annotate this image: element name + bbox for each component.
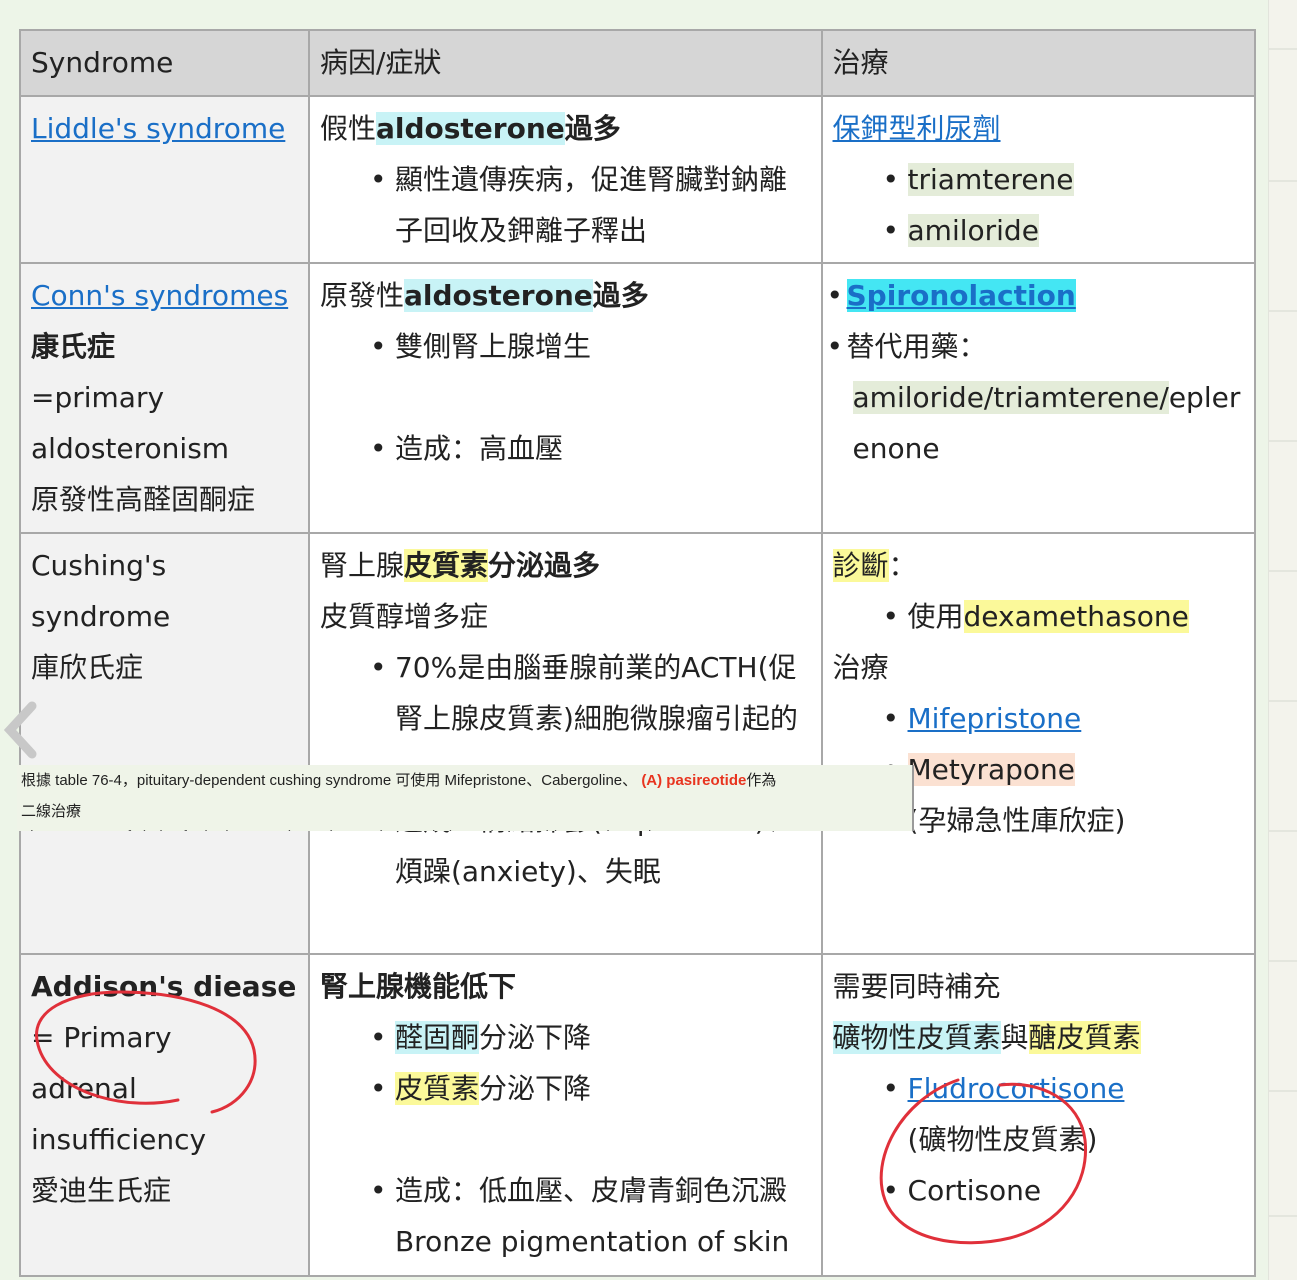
diagnosis-prefix: 使用 — [907, 600, 964, 633]
list-item: amiloride — [907, 214, 1039, 247]
cushing-name: Cushing's syndrome — [31, 549, 171, 633]
header-cause: 病因/症狀 — [307, 29, 823, 97]
header-syndrome: Syndrome — [19, 29, 310, 97]
bronze-note: Bronze pigmentation of skin — [394, 1225, 790, 1258]
aldosterone-highlight: aldosterone — [403, 279, 593, 312]
syndrome-cell: Cushing's syndrome 庫欣氏症 — [19, 532, 310, 955]
list-item-rest: 分泌下降 — [478, 1072, 591, 1105]
cause-cell: 原發性aldosterone過多 雙側腎上腺增生 造成：高血壓 — [307, 262, 823, 534]
table-row: Conn's syndromes 康氏症 =primary aldosteron… — [19, 262, 1257, 534]
treatment-line1: 需要同時補充 — [832, 970, 1001, 1003]
list-item: 70%是由腦垂腺前業的ACTH(促腎上腺皮質素)細胞微腺瘤引起的 — [320, 642, 811, 744]
fludro-note: (礦物性皮質素) — [907, 1123, 1098, 1156]
diagnosis-label: 診斷 — [832, 549, 889, 582]
explanation-suffix: 作為 — [746, 772, 777, 789]
cause-cell: 假性aldosterone過多 顯性遺傳疾病，促進腎臟對鈉離子回收及鉀離子釋出 — [307, 95, 823, 264]
list-item: Cortisone — [833, 1165, 1244, 1216]
syndrome-table: Syndrome 病因/症狀 治療 Liddle's syndrome 假性al… — [19, 29, 1257, 1277]
syndrome-cell: Liddle's syndrome — [19, 95, 310, 264]
list-item: 造成：高血壓 — [320, 423, 811, 474]
syndrome-eq: = Primary adrenal insufficiency — [31, 1021, 207, 1156]
mineralocorticoid-highlight: 礦物性皮質素 — [832, 1021, 1001, 1054]
explanation-line3: The treatment of choice for both ACTH-de… — [21, 821, 659, 831]
cause-line2: 皮質醇增多症 — [319, 600, 488, 633]
treatment-label: 治療 — [832, 651, 889, 684]
aldosterone-zh-highlight: 醛固酮 — [394, 1021, 479, 1054]
syndrome-cell: Conn's syndromes 康氏症 =primary aldosteron… — [19, 262, 310, 534]
cause-prefix: 假性 — [319, 112, 376, 145]
fludrocortisone-link[interactable]: Fludrocortisone — [908, 1072, 1125, 1105]
cause-cell: 腎上腺皮質素分泌過多 皮質醇增多症 70%是由腦垂腺前業的ACTH(促腎上腺皮質… — [307, 532, 823, 955]
syndrome-cell: Addison's diease = Primary adrenal insuf… — [19, 953, 310, 1277]
header-row: Syndrome 病因/症狀 治療 — [19, 29, 1257, 97]
syndrome-eq: =primary — [31, 381, 165, 414]
glucocorticoid-highlight: 醣皮質素 — [1028, 1021, 1141, 1054]
treatment-cell: Spironolaction 替代用藥： amiloride/triamtere… — [820, 262, 1257, 534]
cause-suffix: 過多 — [592, 279, 649, 312]
cause-suffix: 過多 — [564, 112, 621, 145]
syndrome-zh: 庫欣氏症 — [31, 651, 144, 684]
list-item: triamterene — [907, 163, 1074, 196]
spironolaction-link[interactable]: Spironolaction — [846, 279, 1076, 312]
table-row: Liddle's syndrome 假性aldosterone過多 顯性遺傳疾病… — [19, 95, 1257, 264]
syndrome-zh: 愛迪生氏症 — [31, 1174, 172, 1207]
conn-link[interactable]: Conn's syndromes — [31, 279, 288, 312]
chevron-left-icon[interactable] — [0, 700, 40, 760]
cause-prefix: 腎上腺 — [319, 549, 404, 582]
and-text: 與 — [1000, 1021, 1029, 1054]
answer-highlight: (A) pasireotide — [641, 772, 747, 789]
cause-suffix: 分泌過多 — [488, 549, 601, 582]
alt-drugs-highlight: amiloride/triamterene/ — [852, 381, 1169, 414]
treatment-cell: 保鉀型利尿劑 triamterene amiloride — [820, 95, 1257, 264]
cause-prefix: 原發性 — [319, 279, 404, 312]
list-item: 顯性遺傳疾病，促進腎臟對鈉離子回收及鉀離子釋出 — [320, 154, 811, 256]
table-row: Cushing's syndrome 庫欣氏症 腎上腺皮質素分泌過多 皮質醇增多… — [19, 532, 1257, 955]
treatment-cell: 診斷： 使用dexamethasone 治療 Mifepristone Mety… — [820, 532, 1257, 955]
syndrome-zh-full: 原發性高醛固酮症 — [31, 483, 256, 516]
cortisol-zh-highlight: 皮質素 — [394, 1072, 479, 1105]
list-item-rest: 分泌下降 — [478, 1021, 591, 1054]
header-treatment: 治療 — [820, 29, 1257, 97]
list-item: 雙側腎上腺增生 — [320, 321, 811, 372]
cause-cell: 腎上腺機能低下 醛固酮分泌下降 皮質素分泌下降 造成：低血壓、皮膚青銅色沉澱 B… — [307, 953, 823, 1277]
liddle-link[interactable]: Liddle's syndrome — [31, 112, 285, 145]
list-item: 替代用藥： — [827, 321, 1244, 372]
answer-explanation-popup: 根據 table 76-4，pituitary-dependent cushin… — [17, 765, 914, 831]
list-item: 造成：低血壓、皮膚青銅色沉澱 — [320, 1165, 811, 1216]
addison-name: Addison's diease — [31, 970, 297, 1003]
table-row: Addison's diease = Primary adrenal insuf… — [19, 953, 1257, 1277]
syndrome-eq2: aldosteronism — [31, 432, 230, 465]
scrollbar-track[interactable] — [1268, 0, 1297, 1280]
mifepristone-link[interactable]: Mifepristone — [908, 702, 1082, 735]
explanation-text: 根據 table 76-4，pituitary-dependent cushin… — [21, 772, 638, 789]
treatment-cell: 需要同時補充 礦物性皮質素與醣皮質素 Fludrocortisone (礦物性皮… — [820, 953, 1257, 1277]
metyrapone-highlight: Metyrapone — [907, 753, 1075, 786]
cortisol-highlight: 皮質素 — [403, 549, 488, 582]
syndrome-zh: 康氏症 — [31, 330, 116, 363]
cause-title: 腎上腺機能低下 — [319, 970, 516, 1003]
aldosterone-highlight: aldosterone — [375, 112, 565, 145]
potassium-sparing-link[interactable]: 保鉀型利尿劑 — [833, 112, 1001, 145]
diagnosis-colon: ： — [888, 549, 917, 582]
dexamethasone-highlight: dexamethasone — [963, 600, 1189, 633]
